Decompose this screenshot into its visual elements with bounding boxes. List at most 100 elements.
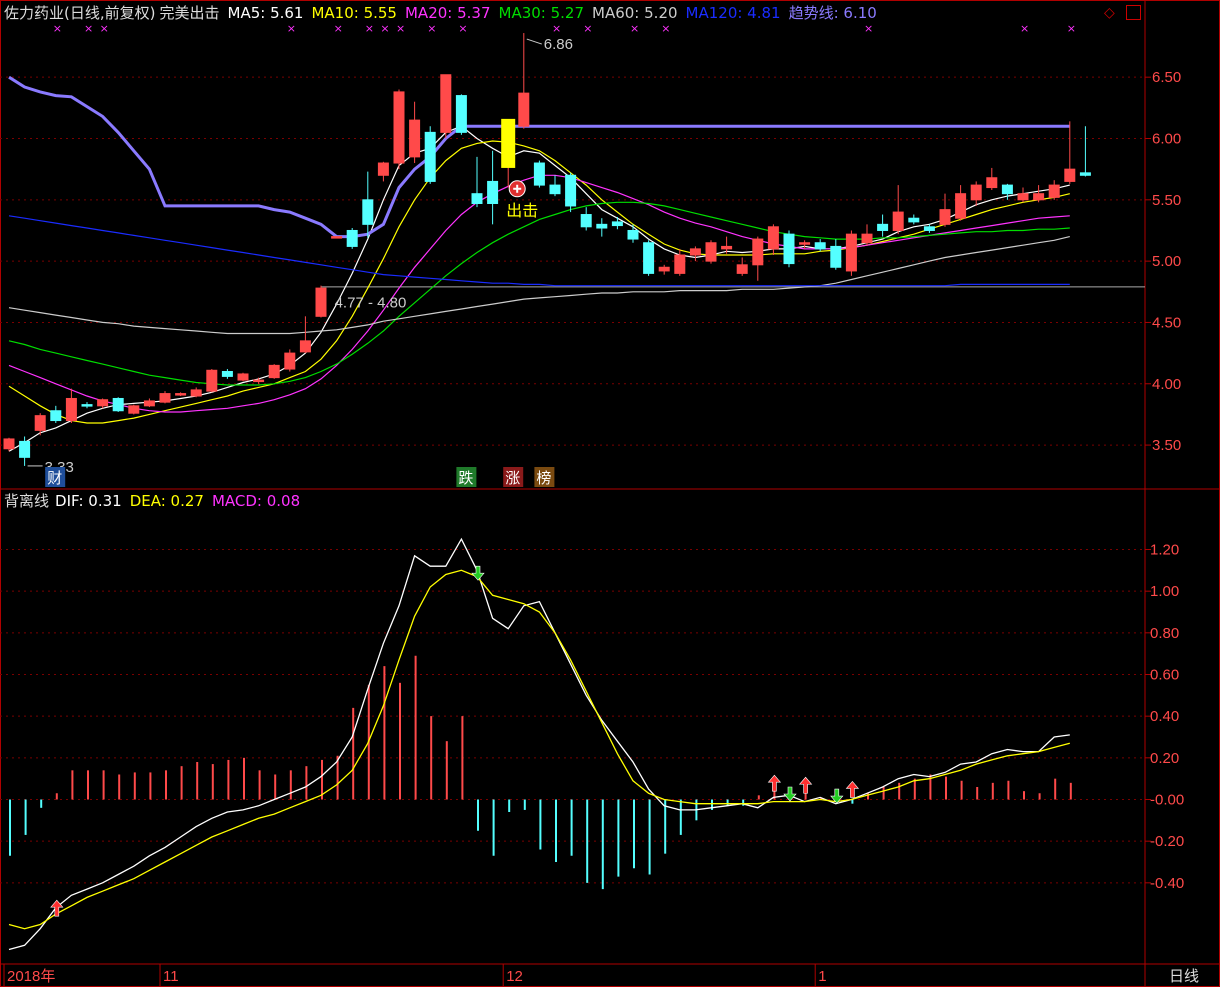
date-label: 2018年 — [7, 968, 55, 985]
candle-body — [346, 229, 358, 247]
dif-line — [8, 537, 1070, 951]
date-label: 1 — [818, 968, 826, 985]
candle-body — [331, 236, 343, 239]
macd-tick-label: 0.80 — [1150, 625, 1179, 642]
high-label: 6.86 — [544, 36, 573, 53]
macd-tick-label: 0.40 — [1150, 708, 1179, 725]
candle-body — [487, 180, 499, 204]
candle-body — [65, 397, 77, 422]
price-tick-label: 5.00 — [1152, 253, 1181, 270]
macd-legend: DIF: 0.31 DEA: 0.27 MACD: 0.08 — [55, 492, 308, 510]
high-pointer — [526, 38, 542, 45]
candle-body — [736, 264, 748, 274]
chuji-label: 出击 — [506, 201, 538, 220]
price-tick-label: 4.50 — [1152, 314, 1181, 331]
box-icon[interactable] — [1126, 5, 1141, 20]
candle-body — [34, 415, 46, 431]
price-header: 佐力药业(日线,前复权) 完美出击 MA5: 5.61 MA10: 5.55 MA20:… — [4, 4, 893, 22]
candle-body — [705, 242, 717, 262]
candle-body — [689, 248, 701, 256]
candle-body — [253, 379, 265, 383]
ma-4: MA60: 5.20 — [592, 4, 678, 22]
candle-body — [19, 440, 31, 458]
signal-x-mark: × — [583, 22, 592, 35]
candle-body — [440, 74, 452, 133]
candle-body — [752, 238, 764, 266]
ma-6: 趋势线: 6.10 — [788, 4, 877, 22]
signal-x-mark: × — [380, 22, 389, 35]
candle-body — [190, 389, 202, 397]
macd-2: MACD: 0.08 — [211, 492, 301, 510]
ma-line-MA20 — [8, 174, 1070, 413]
indicator-name: 完美出击 — [159, 4, 220, 22]
signal-x-mark: × — [1020, 22, 1029, 35]
date-label: 12 — [506, 968, 523, 985]
up-arrow-icon — [845, 780, 860, 798]
macd-title: 背离线 — [4, 492, 50, 510]
ma-2: MA20: 5.37 — [404, 4, 491, 22]
candle-body — [1001, 184, 1013, 195]
macd-tick-label: -0.20 — [1150, 833, 1184, 850]
signal-x-mark: × — [1067, 22, 1076, 35]
candle-body — [393, 91, 405, 164]
signal-x-mark: × — [365, 22, 374, 35]
range-label: 4.77 - 4.80 — [335, 295, 407, 312]
ma-0: MA5: 5.61 — [227, 4, 304, 22]
macd-tick-label: 0.20 — [1150, 750, 1179, 767]
candle-body — [970, 184, 982, 201]
candle-body — [799, 242, 811, 245]
candle-body — [674, 254, 686, 274]
ma-5: MA120: 4.81 — [685, 4, 781, 22]
candle-body — [1064, 168, 1076, 182]
price-tick-label: 6.50 — [1152, 69, 1181, 86]
macd-header: 背离线 DIF: 0.31 DEA: 0.27 MACD: 0.08 — [4, 492, 316, 510]
ma-line-趋势线 — [8, 75, 1070, 239]
candle-body — [845, 233, 857, 272]
candle-body — [3, 438, 15, 450]
signal-x-mark: × — [396, 22, 405, 35]
signal-x-mark: × — [427, 22, 436, 35]
macd-tick-label: -0.00 — [1150, 792, 1184, 809]
signal-x-mark: × — [552, 22, 561, 35]
signal-x-mark: × — [864, 22, 873, 35]
candle-body — [424, 131, 436, 182]
candle-body — [643, 242, 655, 274]
candle-body — [939, 209, 951, 225]
ma-line-MA60 — [8, 236, 1070, 335]
candle-body — [206, 369, 218, 392]
candle-body — [877, 223, 889, 231]
candle-body — [627, 229, 639, 240]
signal-x-mark: × — [458, 22, 467, 35]
period-tab[interactable]: 日线 — [1148, 965, 1220, 987]
ma-legend: MA5: 5.61 MA10: 5.55 MA20: 5.37 MA30: 5.27 M… — [228, 4, 885, 22]
date-label: 11 — [163, 968, 179, 985]
candle-body — [596, 223, 608, 229]
price-tick-label: 3.50 — [1152, 437, 1181, 454]
price-tick-label: 5.50 — [1152, 192, 1181, 209]
up-arrow-icon — [767, 774, 782, 792]
candle-body — [955, 193, 967, 219]
diamond-icon[interactable]: ◇ — [1104, 6, 1115, 20]
candle-body — [814, 242, 826, 250]
signal-x-mark: × — [100, 22, 109, 35]
signal-x-mark: × — [630, 22, 639, 35]
candle-body — [518, 92, 530, 127]
candle-body — [861, 233, 873, 244]
candle-body — [533, 162, 545, 186]
candle-body — [721, 245, 733, 250]
candle-body — [112, 397, 124, 412]
candle-body — [377, 162, 389, 176]
candle-body — [221, 371, 233, 377]
candle-body — [284, 352, 296, 370]
ma-line-MA120 — [8, 215, 1070, 287]
candle-body — [362, 199, 374, 225]
signal-x-mark: × — [334, 22, 343, 35]
price-tick-label: 4.00 — [1152, 376, 1181, 393]
candle-body — [892, 211, 904, 231]
dea-line — [8, 569, 1070, 930]
candle-body — [767, 226, 779, 250]
candle-body — [783, 233, 795, 265]
candle-body — [471, 193, 483, 204]
macd-tick-label: -0.40 — [1150, 875, 1184, 892]
stock-title: 佐力药业(日线,前复权) — [4, 4, 156, 22]
